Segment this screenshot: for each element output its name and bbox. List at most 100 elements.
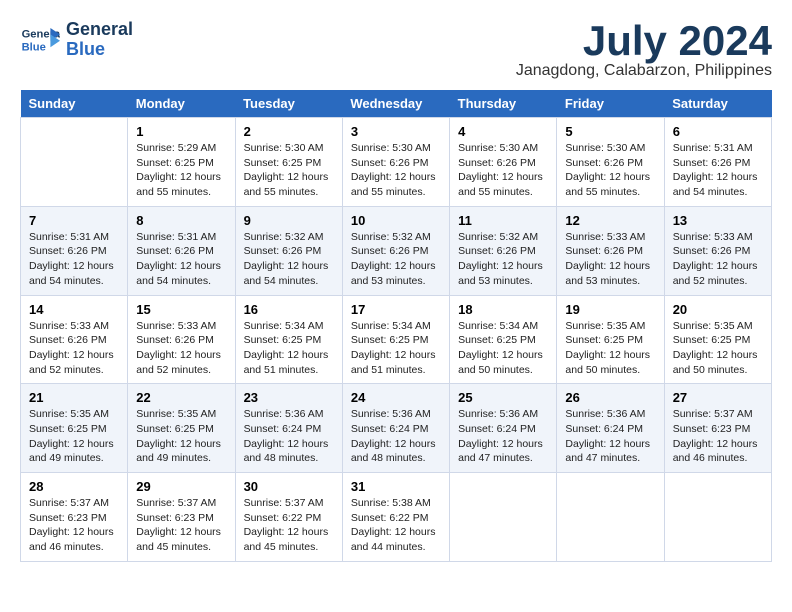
calendar-cell: 15Sunrise: 5:33 AMSunset: 6:26 PMDayligh… <box>128 295 235 384</box>
day-number: 7 <box>29 213 119 228</box>
calendar-body: 1 Sunrise: 5:29 AMSunset: 6:25 PMDaylight… <box>21 118 772 562</box>
day-of-week-header: Thursday <box>450 90 557 118</box>
day-of-week-header: Tuesday <box>235 90 342 118</box>
day-info: Sunrise: 5:38 AMSunset: 6:22 PMDaylight:… <box>351 496 441 555</box>
day-number: 5 <box>565 124 655 139</box>
calendar-cell: 10 Sunrise: 5:32 AMSunset: 6:26 PMDayligh… <box>342 206 449 295</box>
day-number: 26 <box>565 390 655 405</box>
day-of-week-header: Monday <box>128 90 235 118</box>
day-number: 25 <box>458 390 548 405</box>
calendar-week-row: 14 Sunrise: 5:33 AMSunset: 6:26 PMDayligh… <box>21 295 772 384</box>
page-header: General Blue General Blue July 2024 Jana… <box>20 20 772 80</box>
day-info: Sunrise: 5:29 AMSunset: 6:25 PMDaylight:… <box>136 141 226 200</box>
day-info: Sunrise: 5:32 AMSunset: 6:26 PMDaylight:… <box>458 230 548 289</box>
calendar-cell: 3Sunrise: 5:30 AMSunset: 6:26 PMDaylight… <box>342 118 449 207</box>
calendar-header-row: SundayMondayTuesdayWednesdayThursdayFrid… <box>21 90 772 118</box>
calendar-cell: 2 Sunrise: 5:30 AMSunset: 6:25 PMDaylight… <box>235 118 342 207</box>
calendar-cell <box>664 473 771 562</box>
calendar-cell: 13Sunrise: 5:33 AMSunset: 6:26 PMDayligh… <box>664 206 771 295</box>
day-info: Sunrise: 5:32 AMSunset: 6:26 PMDaylight:… <box>351 230 441 289</box>
day-info: Sunrise: 5:36 AMSunset: 6:24 PMDaylight:… <box>351 407 441 466</box>
day-number: 18 <box>458 302 548 317</box>
calendar-cell: 5 Sunrise: 5:30 AMSunset: 6:26 PMDaylight… <box>557 118 664 207</box>
calendar-week-row: 1 Sunrise: 5:29 AMSunset: 6:25 PMDaylight… <box>21 118 772 207</box>
calendar-week-row: 7 Sunrise: 5:31 AMSunset: 6:26 PMDaylight… <box>21 206 772 295</box>
calendar-cell: 30Sunrise: 5:37 AMSunset: 6:22 PMDayligh… <box>235 473 342 562</box>
day-number: 27 <box>673 390 763 405</box>
day-info: Sunrise: 5:37 AMSunset: 6:23 PMDaylight:… <box>29 496 119 555</box>
day-number: 28 <box>29 479 119 494</box>
day-number: 21 <box>29 390 119 405</box>
day-info: Sunrise: 5:36 AMSunset: 6:24 PMDaylight:… <box>565 407 655 466</box>
day-number: 24 <box>351 390 441 405</box>
calendar-cell: 21Sunrise: 5:35 AMSunset: 6:25 PMDayligh… <box>21 384 128 473</box>
day-number: 22 <box>136 390 226 405</box>
day-info: Sunrise: 5:36 AMSunset: 6:24 PMDaylight:… <box>244 407 334 466</box>
calendar-cell: 29 Sunrise: 5:37 AMSunset: 6:23 PMDayligh… <box>128 473 235 562</box>
calendar-cell: 7 Sunrise: 5:31 AMSunset: 6:26 PMDaylight… <box>21 206 128 295</box>
calendar-cell <box>557 473 664 562</box>
calendar-cell: 25 Sunrise: 5:36 AMSunset: 6:24 PMDayligh… <box>450 384 557 473</box>
day-info: Sunrise: 5:33 AMSunset: 6:26 PMDaylight:… <box>565 230 655 289</box>
day-info: Sunrise: 5:34 AMSunset: 6:25 PMDaylight:… <box>244 319 334 378</box>
day-info: Sunrise: 5:33 AMSunset: 6:26 PMDaylight:… <box>136 319 226 378</box>
day-number: 14 <box>29 302 119 317</box>
day-info: Sunrise: 5:36 AMSunset: 6:24 PMDaylight:… <box>458 407 548 466</box>
day-number: 8 <box>136 213 226 228</box>
day-info: Sunrise: 5:35 AMSunset: 6:25 PMDaylight:… <box>673 319 763 378</box>
calendar-cell: 31 Sunrise: 5:38 AMSunset: 6:22 PMDayligh… <box>342 473 449 562</box>
day-info: Sunrise: 5:37 AMSunset: 6:22 PMDaylight:… <box>244 496 334 555</box>
calendar-cell: 11Sunrise: 5:32 AMSunset: 6:26 PMDayligh… <box>450 206 557 295</box>
title-block: July 2024 Janagdong, Calabarzon, Philipp… <box>516 20 772 80</box>
day-number: 9 <box>244 213 334 228</box>
day-info: Sunrise: 5:37 AMSunset: 6:23 PMDaylight:… <box>673 407 763 466</box>
day-info: Sunrise: 5:34 AMSunset: 6:25 PMDaylight:… <box>458 319 548 378</box>
calendar-week-row: 28 Sunrise: 5:37 AMSunset: 6:23 PMDayligh… <box>21 473 772 562</box>
calendar-cell <box>450 473 557 562</box>
day-number: 1 <box>136 124 226 139</box>
day-info: Sunrise: 5:30 AMSunset: 6:26 PMDaylight:… <box>565 141 655 200</box>
day-number: 23 <box>244 390 334 405</box>
svg-text:Blue: Blue <box>22 41 46 53</box>
calendar-cell: 28 Sunrise: 5:37 AMSunset: 6:23 PMDayligh… <box>21 473 128 562</box>
day-info: Sunrise: 5:35 AMSunset: 6:25 PMDaylight:… <box>136 407 226 466</box>
logo-text: General <box>66 20 133 40</box>
logo-icon: General Blue <box>20 20 60 60</box>
logo-text-2: Blue <box>66 40 133 60</box>
day-number: 3 <box>351 124 441 139</box>
day-of-week-header: Sunday <box>21 90 128 118</box>
day-info: Sunrise: 5:37 AMSunset: 6:23 PMDaylight:… <box>136 496 226 555</box>
day-number: 29 <box>136 479 226 494</box>
day-number: 19 <box>565 302 655 317</box>
day-info: Sunrise: 5:35 AMSunset: 6:25 PMDaylight:… <box>565 319 655 378</box>
day-info: Sunrise: 5:33 AMSunset: 6:26 PMDaylight:… <box>29 319 119 378</box>
day-number: 2 <box>244 124 334 139</box>
day-of-week-header: Friday <box>557 90 664 118</box>
day-number: 4 <box>458 124 548 139</box>
calendar-cell: 14 Sunrise: 5:33 AMSunset: 6:26 PMDayligh… <box>21 295 128 384</box>
calendar-cell: 16 Sunrise: 5:34 AMSunset: 6:25 PMDayligh… <box>235 295 342 384</box>
day-info: Sunrise: 5:32 AMSunset: 6:26 PMDaylight:… <box>244 230 334 289</box>
calendar-table: SundayMondayTuesdayWednesdayThursdayFrid… <box>20 90 772 562</box>
day-number: 31 <box>351 479 441 494</box>
day-info: Sunrise: 5:31 AMSunset: 6:26 PMDaylight:… <box>29 230 119 289</box>
calendar-cell: 9 Sunrise: 5:32 AMSunset: 6:26 PMDaylight… <box>235 206 342 295</box>
calendar-cell: 6Sunrise: 5:31 AMSunset: 6:26 PMDaylight… <box>664 118 771 207</box>
day-info: Sunrise: 5:30 AMSunset: 6:25 PMDaylight:… <box>244 141 334 200</box>
month-title: July 2024 <box>516 20 772 62</box>
day-info: Sunrise: 5:31 AMSunset: 6:26 PMDaylight:… <box>673 141 763 200</box>
calendar-cell: 19 Sunrise: 5:35 AMSunset: 6:25 PMDayligh… <box>557 295 664 384</box>
logo: General Blue General Blue <box>20 20 133 60</box>
day-number: 16 <box>244 302 334 317</box>
calendar-cell: 1 Sunrise: 5:29 AMSunset: 6:25 PMDaylight… <box>128 118 235 207</box>
calendar-cell: 17 Sunrise: 5:34 AMSunset: 6:25 PMDayligh… <box>342 295 449 384</box>
calendar-cell: 24 Sunrise: 5:36 AMSunset: 6:24 PMDayligh… <box>342 384 449 473</box>
day-number: 10 <box>351 213 441 228</box>
calendar-cell: 18 Sunrise: 5:34 AMSunset: 6:25 PMDayligh… <box>450 295 557 384</box>
day-info: Sunrise: 5:31 AMSunset: 6:26 PMDaylight:… <box>136 230 226 289</box>
day-info: Sunrise: 5:34 AMSunset: 6:25 PMDaylight:… <box>351 319 441 378</box>
day-number: 17 <box>351 302 441 317</box>
calendar-cell: 8 Sunrise: 5:31 AMSunset: 6:26 PMDaylight… <box>128 206 235 295</box>
day-number: 13 <box>673 213 763 228</box>
day-number: 20 <box>673 302 763 317</box>
